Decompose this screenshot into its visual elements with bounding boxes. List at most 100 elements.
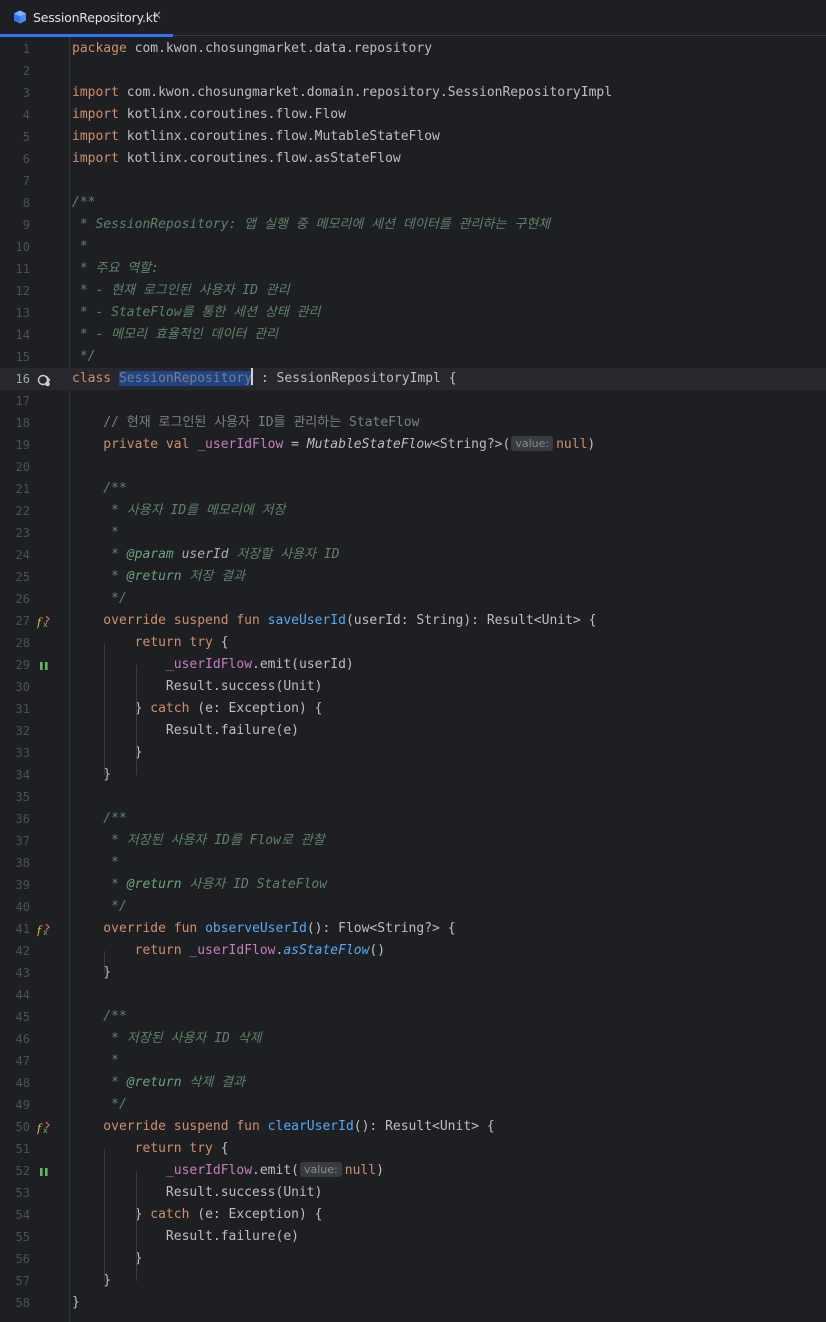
code-text[interactable]: /** xyxy=(72,808,127,830)
code-text[interactable]: Result.failure(e) xyxy=(72,1226,299,1248)
implemented-icon[interactable] xyxy=(37,372,51,387)
code-text[interactable]: _userIdFlow.emit(value: null) xyxy=(72,1160,384,1182)
code-text[interactable]: * xyxy=(72,1050,119,1072)
code-text[interactable]: * 저장된 사용자 ID 삭제 xyxy=(72,1028,261,1050)
line-number[interactable]: 14 xyxy=(0,324,30,346)
code-text[interactable]: import com.kwon.chosungmarket.domain.rep… xyxy=(72,82,612,104)
line-number[interactable]: 10 xyxy=(0,236,30,258)
line-number[interactable]: 38 xyxy=(0,852,30,874)
code-text[interactable]: override suspend fun clearUserId(): Resu… xyxy=(72,1116,494,1138)
code-line[interactable]: 58} xyxy=(0,1292,826,1314)
code-line[interactable]: 46 * 저장된 사용자 ID 삭제 xyxy=(0,1028,826,1050)
code-text[interactable]: /** xyxy=(72,478,127,500)
code-line[interactable]: 18 // 현재 로그인된 사용자 ID를 관리하는 StateFlow xyxy=(0,412,826,434)
line-number[interactable]: 2 xyxy=(0,60,30,82)
line-number[interactable]: 17 xyxy=(0,390,30,412)
code-text[interactable]: _userIdFlow.emit(userId) xyxy=(72,654,354,676)
line-number[interactable]: 7 xyxy=(0,170,30,192)
line-number[interactable]: 57 xyxy=(0,1270,30,1292)
code-line[interactable]: 30 Result.success(Unit) xyxy=(0,676,826,698)
code-line[interactable]: 24 * @param userId 저장할 사용자 ID xyxy=(0,544,826,566)
line-number[interactable]: 18 xyxy=(0,412,30,434)
code-line[interactable]: 3 import com.kwon.chosungmarket.domain.re… xyxy=(0,82,826,104)
line-number[interactable]: 20 xyxy=(0,456,30,478)
code-text[interactable]: * - 메모리 효율적인 데이터 관리 xyxy=(72,324,278,346)
line-number[interactable]: 32 xyxy=(0,720,30,742)
override-suspend-icon[interactable]: fx xyxy=(36,1120,51,1135)
line-number[interactable]: 33 xyxy=(0,742,30,764)
line-number[interactable]: 39 xyxy=(0,874,30,896)
code-text[interactable]: private val _userIdFlow = MutableStateFl… xyxy=(72,434,595,456)
code-line[interactable]: 45 /** xyxy=(0,1006,826,1028)
code-text[interactable]: * - 현재 로그인된 사용자 ID 관리 xyxy=(72,280,290,302)
tab-session-repository[interactable]: SessionRepository.kt × xyxy=(0,0,173,37)
code-line[interactable]: 14 * - 메모리 효율적인 데이터 관리 xyxy=(0,324,826,346)
line-number[interactable]: 58 xyxy=(0,1292,30,1314)
suspend-call-icon[interactable] xyxy=(37,1164,51,1178)
line-number[interactable]: 6 xyxy=(0,148,30,170)
line-number[interactable]: 21 xyxy=(0,478,30,500)
line-number[interactable]: 46 xyxy=(0,1028,30,1050)
code-text[interactable]: * - StateFlow를 통한 세션 상태 관리 xyxy=(72,302,321,324)
code-line[interactable]: 1 package com.kwon.chosungmarket.data.rep… xyxy=(0,38,826,60)
code-line[interactable]: 2 xyxy=(0,60,826,82)
line-number[interactable]: 15 xyxy=(0,346,30,368)
code-text[interactable]: } catch (e: Exception) { xyxy=(72,698,323,720)
line-number[interactable]: 29 xyxy=(0,654,30,676)
line-number[interactable]: 26 xyxy=(0,588,30,610)
override-icon[interactable]: fx xyxy=(36,922,51,937)
line-number[interactable]: 45 xyxy=(0,1006,30,1028)
line-number[interactable]: 23 xyxy=(0,522,30,544)
code-text[interactable]: } xyxy=(72,1292,80,1314)
code-line[interactable]: 51 return try { xyxy=(0,1138,826,1160)
code-line[interactable]: 23 * xyxy=(0,522,826,544)
code-text[interactable]: import kotlinx.coroutines.flow.MutableSt… xyxy=(72,126,440,148)
code-text[interactable]: // 현재 로그인된 사용자 ID를 관리하는 StateFlow xyxy=(72,412,419,434)
code-text[interactable]: * SessionRepository: 앱 실행 중 메모리에 세션 데이터를… xyxy=(72,214,550,236)
line-number[interactable]: 4 xyxy=(0,104,30,126)
code-line[interactable]: 52 _userIdFlow.emit(value: null) xyxy=(0,1160,826,1182)
code-text[interactable]: return _userIdFlow.asStateFlow() xyxy=(72,940,385,962)
code-line[interactable]: 54 } catch (e: Exception) { xyxy=(0,1204,826,1226)
line-number[interactable]: 1 xyxy=(0,38,30,60)
code-text[interactable]: * 주요 역할: xyxy=(72,258,159,280)
code-text[interactable]: override suspend fun saveUserId(userId: … xyxy=(72,610,596,632)
code-line[interactable]: 29 _userIdFlow.emit(userId) xyxy=(0,654,826,676)
line-number[interactable]: 40 xyxy=(0,896,30,918)
code-line[interactable]: 40 */ xyxy=(0,896,826,918)
code-line[interactable]: 55 Result.failure(e) xyxy=(0,1226,826,1248)
code-text[interactable]: Result.success(Unit) xyxy=(72,1182,323,1204)
code-text[interactable]: Result.success(Unit) xyxy=(72,676,323,698)
code-text[interactable]: class SessionRepository : SessionReposit… xyxy=(72,368,457,390)
code-line[interactable]: 10 * xyxy=(0,236,826,258)
line-number[interactable]: 44 xyxy=(0,984,30,1006)
code-editor[interactable]: 1 package com.kwon.chosungmarket.data.rep… xyxy=(0,37,826,1322)
code-text[interactable]: package com.kwon.chosungmarket.data.repo… xyxy=(72,38,432,60)
line-number[interactable]: 42 xyxy=(0,940,30,962)
code-text[interactable]: import kotlinx.coroutines.flow.Flow xyxy=(72,104,346,126)
code-line[interactable]: 9 * SessionRepository: 앱 실행 중 메모리에 세션 데이… xyxy=(0,214,826,236)
line-number[interactable]: 36 xyxy=(0,808,30,830)
code-line[interactable]: 34 } xyxy=(0,764,826,786)
code-text[interactable]: */ xyxy=(72,896,127,918)
code-line[interactable]: 44 xyxy=(0,984,826,1006)
code-line[interactable]: 15 */ xyxy=(0,346,826,368)
code-text[interactable]: */ xyxy=(72,588,127,610)
line-number[interactable]: 28 xyxy=(0,632,30,654)
code-line[interactable]: 19 private val _userIdFlow = MutableStat… xyxy=(0,434,826,456)
code-line[interactable]: 37 * 저장된 사용자 ID를 Flow로 관찰 xyxy=(0,830,826,852)
code-text[interactable]: } catch (e: Exception) { xyxy=(72,1204,323,1226)
code-text[interactable]: } xyxy=(72,1248,143,1270)
code-line[interactable]: 22 * 사용자 ID를 메모리에 저장 xyxy=(0,500,826,522)
code-text[interactable]: */ xyxy=(72,1094,127,1116)
line-number[interactable]: 31 xyxy=(0,698,30,720)
code-line[interactable]: 32 Result.failure(e) xyxy=(0,720,826,742)
line-number[interactable]: 25 xyxy=(0,566,30,588)
code-text[interactable]: * @return 삭제 결과 xyxy=(72,1072,245,1094)
code-line[interactable]: 36 /** xyxy=(0,808,826,830)
code-line[interactable]: 25 * @return 저장 결과 xyxy=(0,566,826,588)
line-number[interactable]: 51 xyxy=(0,1138,30,1160)
line-number[interactable]: 49 xyxy=(0,1094,30,1116)
code-text[interactable]: } xyxy=(72,742,143,764)
line-number[interactable]: 19 xyxy=(0,434,30,456)
